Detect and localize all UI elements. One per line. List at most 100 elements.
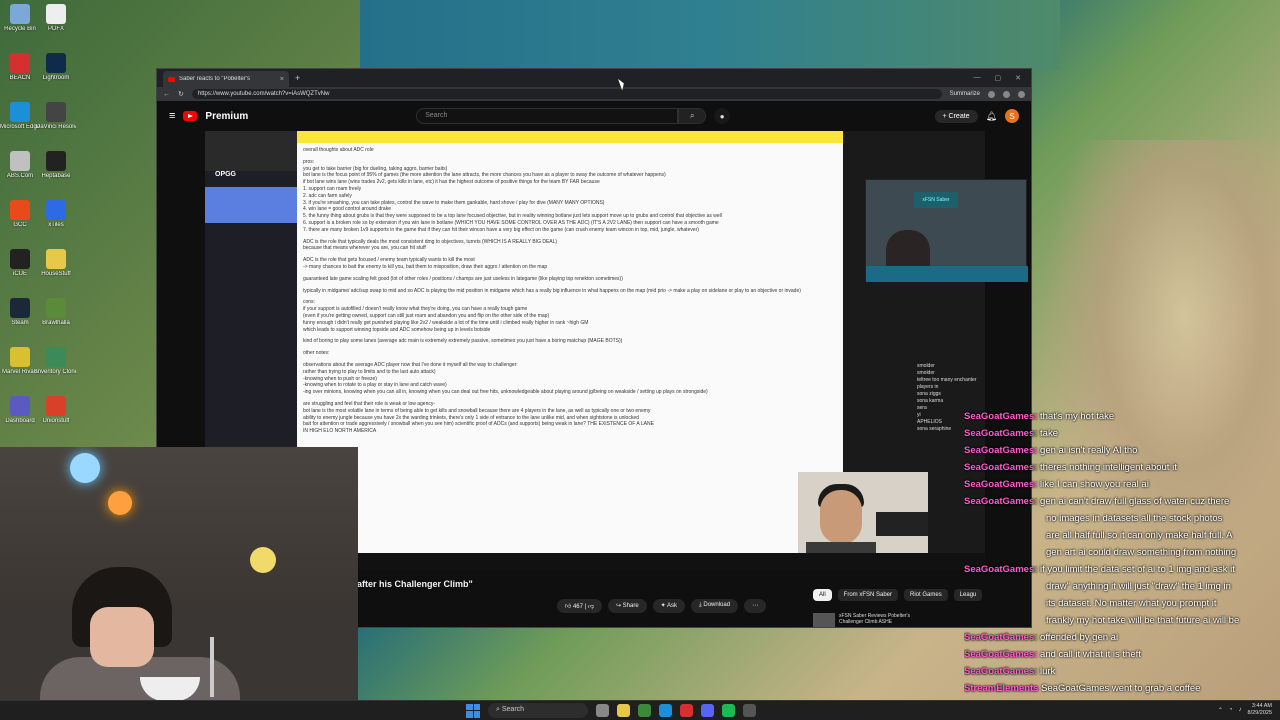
desktop-icon[interactable]: Lightroom <box>36 53 76 81</box>
xtiles-icon <box>46 200 66 220</box>
union-icon <box>46 396 66 416</box>
notifications-bell-icon[interactable]: 🔔︎ <box>986 111 997 122</box>
chat-text: lurk <box>1040 666 1056 677</box>
close-window-icon[interactable]: ✕ <box>1015 74 1021 82</box>
chat-text: and call it what it is theft <box>1040 649 1141 660</box>
youtube-brand[interactable]: Premium <box>205 111 248 122</box>
desktop-icon[interactable]: Microsoft Edge <box>0 102 40 130</box>
extension-icon[interactable] <box>988 90 995 98</box>
desktop-icon[interactable]: Dashboard <box>0 396 40 424</box>
like-button[interactable]: 👍︎ 467 | 👎︎ <box>557 599 602 613</box>
avatar[interactable]: S <box>1005 109 1019 123</box>
video-chat-line: smolder <box>917 370 935 376</box>
summarize-button[interactable]: Summarize <box>950 91 980 97</box>
start-icon[interactable] <box>466 703 480 718</box>
desktop-icon[interactable]: Marvel Rivals <box>0 347 40 375</box>
maximize-icon[interactable]: ▢ <box>995 74 1002 82</box>
doc-line: ADC is the role that gets focused / enem… <box>303 257 475 264</box>
doc-line: guaranteed late game scaling felt good (… <box>303 275 623 282</box>
recycle-bin-icon <box>10 4 30 24</box>
chat-username: SeaGoatGames: <box>964 564 1038 575</box>
tray-chevron-icon[interactable]: ⌃ <box>1218 707 1223 714</box>
doc-line: if your support is autofilled / doesn't … <box>303 306 528 313</box>
doc-line: funny enough i didn't really get punishe… <box>303 319 589 326</box>
network-icon[interactable]: ◔ <box>1229 707 1233 713</box>
chip-riot-games[interactable]: Riot Games <box>904 589 948 601</box>
browser-tab[interactable]: Saber reacts to "Pobelter's × <box>163 71 289 87</box>
chip-all[interactable]: All <box>813 589 832 601</box>
profile-icon[interactable] <box>1018 90 1025 98</box>
desktop-icon-label: Dashboard <box>5 418 35 424</box>
tab-title: Saber reacts to "Pobelter's <box>179 76 250 82</box>
chat-message: SeaGoatGames: that's my hot take <box>964 408 1280 425</box>
chat-text: no images in datasets all the stock phot… <box>1046 513 1223 524</box>
desktop-icon[interactable]: Steam <box>0 298 40 326</box>
new-tab-icon[interactable]: + <box>295 73 300 83</box>
desktop-icon-label: Heptabase <box>41 173 71 179</box>
desktop-icon[interactable]: Heptabase <box>36 151 76 179</box>
chat-message: SeaGoatGames: gen ai isn't really AI tho <box>964 442 1280 459</box>
menu-icon[interactable]: ≡ <box>169 110 175 122</box>
neon-sign: xFSN Saber <box>914 192 958 208</box>
close-tab-icon[interactable]: × <box>280 76 284 83</box>
chat-message: SeaGoatGames: lurk <box>964 663 1280 680</box>
taskbar-search-input[interactable]: ⌕ Search <box>488 703 588 718</box>
ask-button[interactable]: ✦ Ask <box>652 599 686 613</box>
desktop-icon[interactable]: Inventory Clone <box>36 347 76 375</box>
doc-line: 6. support is a broken role so by extens… <box>303 219 719 226</box>
desktop-icon[interactable]: xTiles <box>36 200 76 228</box>
share-button[interactable]: ↪ Share <box>607 599 647 613</box>
download-button[interactable]: ⤓ Download <box>691 599 739 613</box>
search-icon[interactable]: ⌕ <box>678 108 707 124</box>
reactor-face <box>820 490 862 544</box>
chat-message: its dataset. No matter what you prompt i… <box>964 595 1280 612</box>
volume-icon[interactable]: ♪ <box>1239 707 1242 713</box>
share-label: Share <box>622 603 639 609</box>
chat-username: SeaGoatGames: <box>964 411 1038 422</box>
video-webcam-top: xFSN Saber <box>865 179 1028 282</box>
chat-text: theres nothing intelligent about it <box>1040 462 1177 473</box>
clock[interactable]: 3:44 AM 8/29/2025 <box>1248 703 1272 717</box>
youtube-favicon-icon <box>168 76 175 82</box>
file-explorer-icon[interactable] <box>617 704 630 717</box>
desktop-icon[interactable]: ABS.Com <box>0 151 40 179</box>
desktop-icon[interactable]: Brawlhalla <box>36 298 76 326</box>
desktop-icon[interactable]: GCC <box>0 200 40 228</box>
xbox-icon[interactable] <box>638 704 651 717</box>
desktop-icon[interactable]: DaVinci Resolve <box>36 102 76 130</box>
more-actions-icon[interactable]: ⋯ <box>744 599 767 613</box>
youtube-logo-icon[interactable] <box>183 111 198 121</box>
chip-from-channel[interactable]: From xFSN Saber <box>837 589 899 601</box>
desktop-icon[interactable]: BEACN <box>0 53 40 81</box>
edge-taskbar-icon[interactable] <box>659 704 672 717</box>
video-chat-line: smolder <box>917 363 935 369</box>
desktop-icon[interactable]: PDFX <box>36 4 76 32</box>
create-button[interactable]: + Create <box>934 109 978 123</box>
back-icon[interactable]: ← <box>163 91 170 98</box>
desktop-icon[interactable]: HouseStuff <box>36 249 76 277</box>
task-view-icon[interactable] <box>596 704 609 717</box>
chat-message: SeaGoatGames: like I can show you real a… <box>964 476 1280 493</box>
search-input[interactable]: Search <box>416 108 679 124</box>
doc-line: IN HIGH ELO NORTH AMERICA <box>303 428 377 435</box>
doc-line: you get to take barrier (big for dueling… <box>303 165 448 172</box>
doc-line: kind of boring to play some lanes (avera… <box>303 338 623 345</box>
desktop-icon[interactable]: iCUE <box>0 249 40 277</box>
desktop-icon[interactable]: Recycle Bin <box>0 4 40 32</box>
beacn-taskbar-icon[interactable] <box>680 704 693 717</box>
favorites-icon[interactable] <box>1003 90 1010 98</box>
spotify-icon[interactable] <box>722 704 735 717</box>
chat-message: frankly my hot take will be that future … <box>964 612 1280 629</box>
chat-message: gen art ai could draw something from not… <box>964 544 1280 561</box>
microphone-icon[interactable]: ● <box>714 108 731 124</box>
recommended-video[interactable]: xFSN Saber Reviews Pobelter's Challenger… <box>813 613 919 627</box>
obs-icon[interactable] <box>743 704 756 717</box>
discord-icon[interactable] <box>701 704 714 717</box>
chat-message: SeaGoatGames: and call it what it is the… <box>964 646 1280 663</box>
url-field[interactable]: https://www.youtube.com/watch?v=iAsWQZTv… <box>191 89 942 99</box>
minimize-icon[interactable]: — <box>974 74 981 82</box>
desk-mat <box>866 266 1028 282</box>
chat-message: draw" anything it will just "draw" the 1… <box>964 578 1280 595</box>
reload-icon[interactable]: ↻ <box>178 90 184 98</box>
desktop-icon[interactable]: Unionstuff <box>36 396 76 424</box>
